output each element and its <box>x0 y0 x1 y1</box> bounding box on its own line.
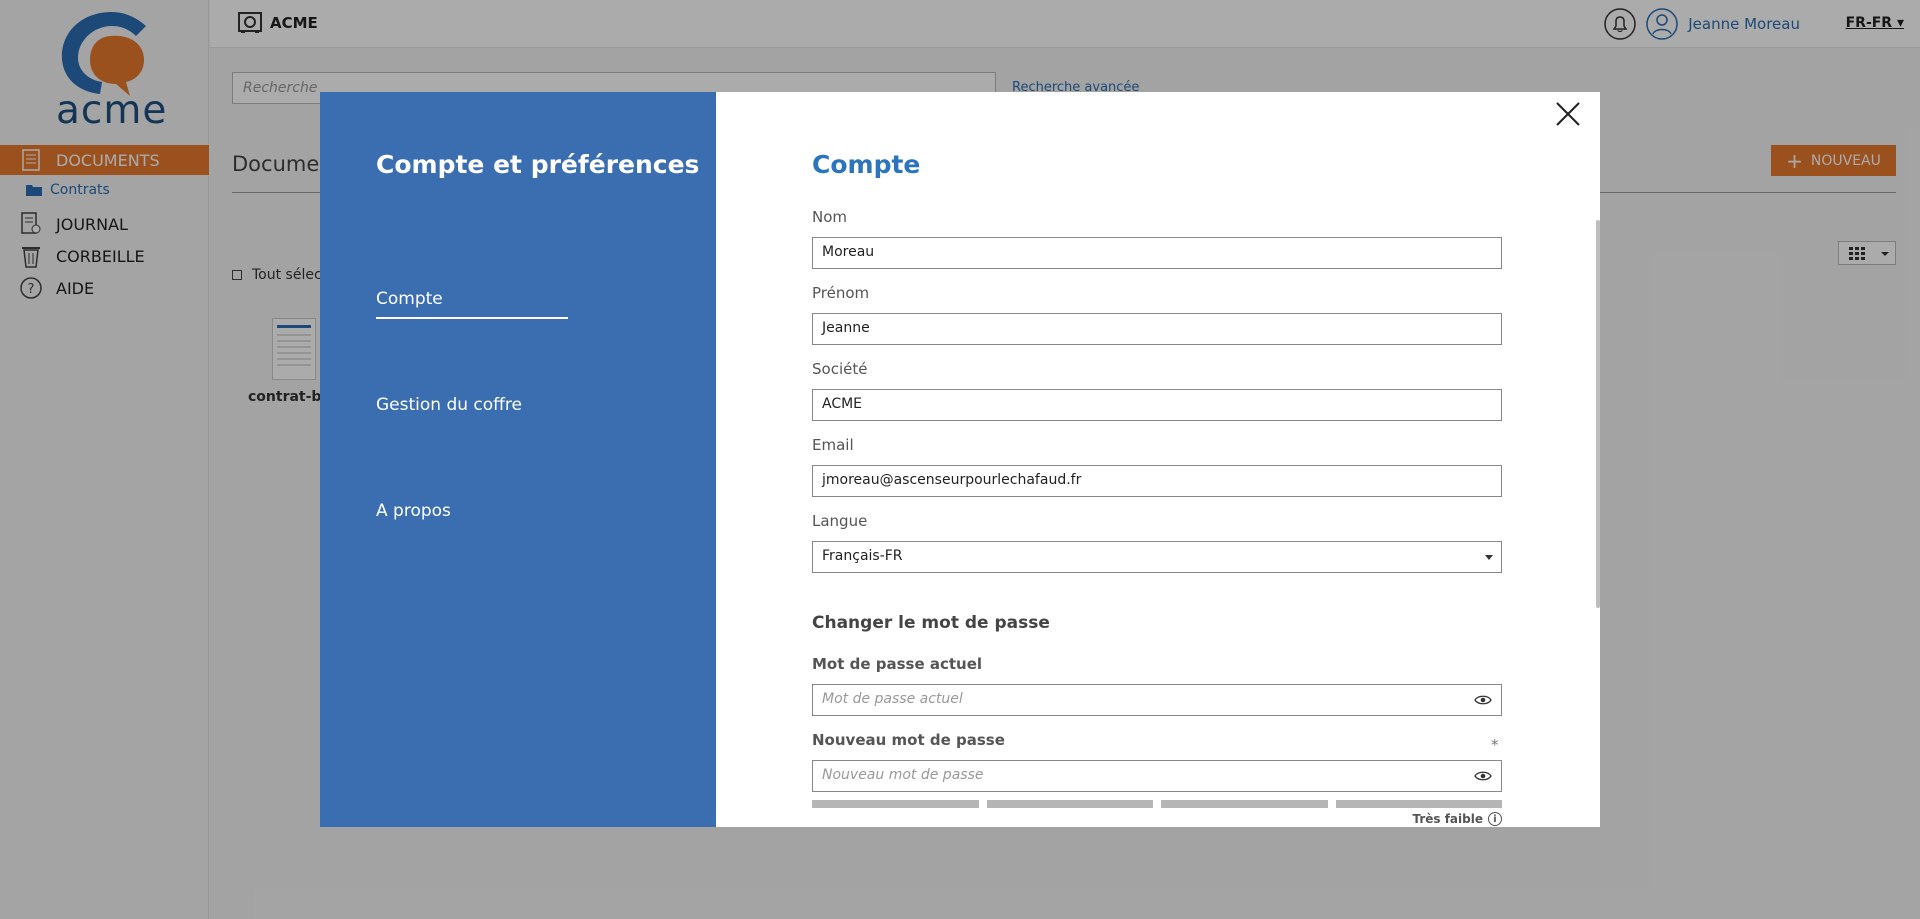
modal-nav-a-propos[interactable]: A propos <box>376 501 451 521</box>
modal-nav-gestion-coffre[interactable]: Gestion du coffre <box>376 395 522 415</box>
current-password-placeholder: Mot de passe actuel <box>822 691 963 707</box>
strength-segment <box>1335 800 1502 808</box>
strength-segment <box>812 800 979 808</box>
langue-selected-value: Français-FR <box>822 548 903 564</box>
info-icon[interactable]: i <box>1488 812 1502 826</box>
required-mark: * <box>1491 736 1499 754</box>
langue-label: Langue <box>812 512 868 530</box>
close-icon[interactable] <box>1552 98 1584 130</box>
nom-label: Nom <box>812 208 848 226</box>
prenom-label: Prénom <box>812 284 870 302</box>
password-strength-label: Très faible i <box>1412 812 1502 826</box>
password-section-title: Changer le mot de passe <box>812 613 1050 633</box>
prenom-field[interactable]: Jeanne <box>812 313 1502 345</box>
email-label: Email <box>812 436 854 454</box>
societe-field[interactable]: ACME <box>812 389 1502 421</box>
scrollbar[interactable] <box>1596 220 1600 608</box>
section-title: Compte <box>812 150 921 179</box>
modal-sidebar: Compte et préférences Compte Gestion du … <box>320 92 716 827</box>
eye-icon[interactable] <box>1474 694 1492 706</box>
account-preferences-modal: Compte et préférences Compte Gestion du … <box>320 92 1600 827</box>
eye-icon[interactable] <box>1474 770 1492 782</box>
strength-segment <box>1161 800 1328 808</box>
langue-select[interactable]: Français-FR <box>812 541 1502 573</box>
strength-segment <box>986 800 1153 808</box>
modal-content: Compte Nom Moreau Prénom Jeanne Société … <box>716 92 1600 827</box>
modal-title: Compte et préférences <box>376 150 700 179</box>
new-password-placeholder: Nouveau mot de passe <box>822 767 984 783</box>
new-password-label: Nouveau mot de passe <box>812 731 1005 749</box>
email-field[interactable]: jmoreau@ascenseurpourlechafaud.fr <box>812 465 1502 497</box>
societe-label: Société <box>812 360 868 378</box>
chevron-down-icon <box>1485 555 1493 560</box>
modal-nav-compte[interactable]: Compte <box>376 289 568 319</box>
current-password-label: Mot de passe actuel <box>812 655 983 673</box>
password-strength-meter <box>812 800 1502 808</box>
nom-field[interactable]: Moreau <box>812 237 1502 269</box>
new-password-field[interactable]: Nouveau mot de passe <box>812 760 1502 792</box>
current-password-field[interactable]: Mot de passe actuel <box>812 684 1502 716</box>
strength-text: Très faible <box>1412 812 1483 826</box>
